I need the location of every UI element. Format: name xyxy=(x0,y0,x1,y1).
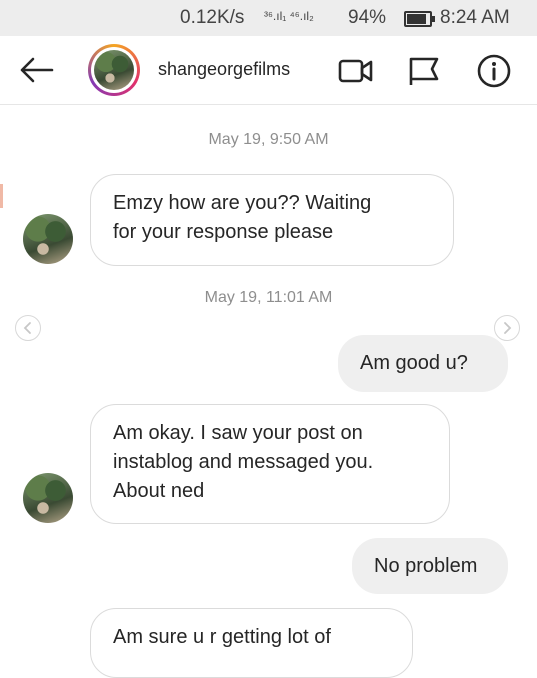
edge-marker xyxy=(0,184,3,208)
incoming-message-bubble[interactable]: Emzy how are you?? Waiting for your resp… xyxy=(90,174,454,266)
chevron-left-icon[interactable] xyxy=(15,315,41,341)
incoming-message-bubble[interactable]: Am sure u r getting lot of xyxy=(90,608,413,678)
avatar-image xyxy=(94,50,134,90)
chat-username[interactable]: shangeorgefilms xyxy=(158,59,290,80)
battery-percentage: 94% xyxy=(348,7,387,28)
flag-icon[interactable] xyxy=(406,53,442,89)
sender-avatar[interactable] xyxy=(23,473,73,523)
network-speed: 0.12K/s xyxy=(180,7,245,28)
clock: 8:24 AM xyxy=(440,7,510,28)
video-call-icon[interactable] xyxy=(338,53,374,89)
profile-avatar[interactable] xyxy=(88,44,140,96)
chat-header: shangeorgefilms xyxy=(0,36,537,105)
status-bar: 0.12K/s ³⁶.ıl₁ ⁴⁶.ıl₂ 94% 8:24 AM xyxy=(0,0,537,36)
signal-icon: ³⁶.ıl₁ ⁴⁶.ıl₂ xyxy=(264,9,314,23)
battery-icon xyxy=(404,11,435,27)
message-timestamp: May 19, 9:50 AM xyxy=(208,131,329,148)
back-arrow-icon[interactable] xyxy=(16,50,56,90)
outgoing-message-bubble[interactable]: No problem xyxy=(352,538,508,594)
info-icon[interactable] xyxy=(476,53,512,89)
outgoing-message-bubble[interactable]: Am good u? xyxy=(338,335,508,392)
sender-avatar[interactable] xyxy=(23,214,73,264)
chevron-right-icon[interactable] xyxy=(494,315,520,341)
message-timestamp: May 19, 11:01 AM xyxy=(204,289,333,306)
incoming-message-bubble[interactable]: Am okay. I saw your post on instablog an… xyxy=(90,404,450,524)
